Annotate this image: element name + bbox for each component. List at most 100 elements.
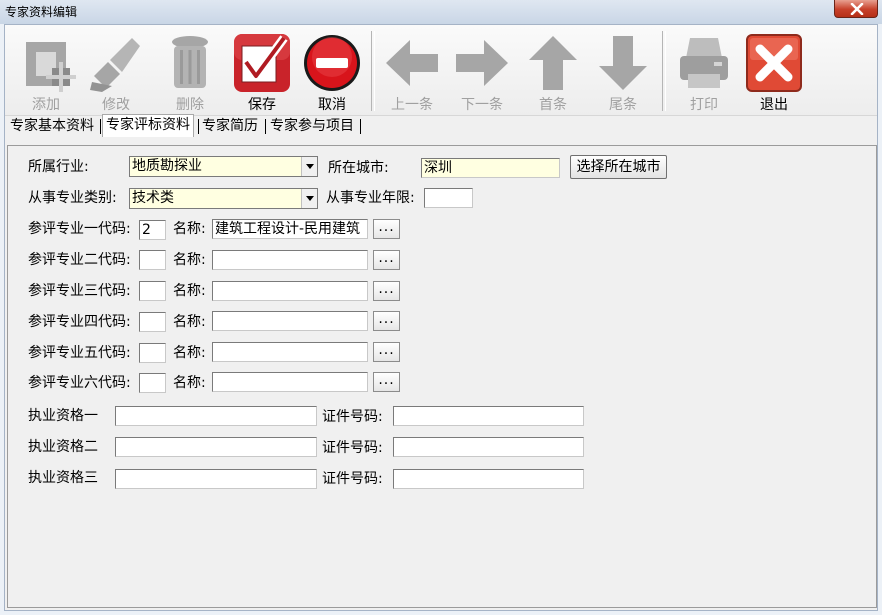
exit-button[interactable]: 退出: [739, 25, 809, 115]
category-select[interactable]: 技术类: [129, 188, 318, 209]
add-label: 添加: [32, 97, 60, 113]
qualification-1-cert-field[interactable]: [393, 406, 584, 426]
exit-x-icon: [746, 34, 802, 92]
title-bar: 专家资料编辑: [0, 0, 882, 24]
delete-button[interactable]: 删除: [155, 25, 225, 115]
save-button[interactable]: 保存: [227, 25, 297, 115]
evaluation-form-panel: [7, 145, 877, 608]
industry-label: 所属行业:: [28, 159, 89, 175]
specialty-1-label: 参评专业一代码:: [28, 221, 131, 237]
specialty-4-code[interactable]: [139, 312, 166, 332]
city-label: 所在城市:: [328, 160, 389, 176]
specialty-1-browse-button[interactable]: ...: [373, 219, 400, 239]
first-record-button[interactable]: 首条: [518, 25, 588, 115]
tab-projects[interactable]: 专家参与项目: [267, 116, 357, 136]
specialty-1-name-label: 名称:: [173, 221, 206, 237]
no-entry-icon: [304, 35, 360, 91]
print-label: 打印: [690, 97, 718, 113]
last-record-button[interactable]: 尾条: [588, 25, 658, 115]
specialty-5-name[interactable]: [212, 342, 368, 362]
qualification-1-cert-label: 证件号码:: [322, 409, 383, 425]
specialty-2-name[interactable]: [212, 250, 368, 270]
specialty-5-name-label: 名称:: [173, 345, 206, 361]
arrow-left-icon: [386, 40, 438, 86]
city-field[interactable]: 深圳: [421, 158, 560, 178]
specialty-5-code[interactable]: [139, 343, 166, 363]
specialty-3-name[interactable]: [212, 281, 368, 301]
specialty-6-name[interactable]: [212, 372, 368, 392]
prev-record-label: 上一条: [391, 97, 433, 113]
toolbar-separator: [662, 31, 666, 111]
cancel-label: 取消: [318, 97, 346, 113]
specialty-1-name[interactable]: 建筑工程设计-民用建筑: [212, 219, 368, 239]
toolbar-separator: [371, 31, 375, 111]
specialty-3-label: 参评专业三代码:: [28, 283, 131, 299]
category-label: 从事专业类别:: [28, 190, 117, 206]
tab-evaluation-info[interactable]: 专家评标资料: [102, 114, 194, 137]
edit-button[interactable]: 修改: [81, 25, 151, 115]
prev-record-button[interactable]: 上一条: [377, 25, 447, 115]
specialty-2-code[interactable]: [139, 250, 166, 270]
next-record-label: 下一条: [461, 97, 503, 113]
printer-icon: [680, 38, 728, 88]
cancel-button[interactable]: 取消: [297, 25, 367, 115]
select-city-button[interactable]: 选择所在城市: [570, 155, 667, 179]
chevron-down-icon[interactable]: [301, 189, 317, 208]
industry-value: 地质勘探业: [132, 158, 202, 174]
close-icon: [850, 3, 864, 15]
save-label: 保存: [248, 97, 276, 113]
qualification-3-field[interactable]: [115, 469, 317, 489]
first-record-label: 首条: [539, 97, 567, 113]
tab-separator: [360, 119, 361, 134]
checkmark-icon: [234, 34, 290, 92]
specialty-2-label: 参评专业二代码:: [28, 252, 131, 268]
qualification-1-field[interactable]: [115, 406, 317, 426]
specialty-3-browse-button[interactable]: ...: [373, 281, 400, 301]
qualification-2-field[interactable]: [115, 437, 317, 457]
industry-select[interactable]: 地质勘探业: [129, 156, 318, 177]
toolbar: 添加 修改 删除 保存 取消 上一条 下一条 首条 尾条 打印 退出: [5, 25, 877, 116]
qualification-3-cert-field[interactable]: [393, 469, 584, 489]
specialty-5-label: 参评专业五代码:: [28, 345, 131, 361]
next-record-button[interactable]: 下一条: [447, 25, 517, 115]
qualification-3-label: 执业资格三: [28, 470, 98, 486]
chevron-down-icon[interactable]: [301, 157, 317, 176]
specialty-4-name[interactable]: [212, 311, 368, 331]
specialty-3-code[interactable]: [139, 281, 166, 301]
print-button[interactable]: 打印: [669, 25, 739, 115]
category-value: 技术类: [132, 190, 174, 206]
exit-label: 退出: [760, 97, 788, 113]
add-button[interactable]: 添加: [11, 25, 81, 115]
tab-resume[interactable]: 专家简历: [199, 116, 261, 136]
specialty-6-name-label: 名称:: [173, 375, 206, 391]
specialty-2-browse-button[interactable]: ...: [373, 250, 400, 270]
arrow-up-icon: [529, 36, 577, 90]
tab-strip: 专家基本资料 专家评标资料 专家简历 专家参与项目: [5, 114, 877, 137]
qualification-1-label: 执业资格一: [28, 408, 98, 424]
specialty-6-label: 参评专业六代码:: [28, 375, 131, 391]
window-close-button[interactable]: [834, 0, 878, 18]
specialty-1-code[interactable]: 2: [139, 220, 166, 240]
edit-brush-icon: [90, 38, 140, 92]
edit-label: 修改: [102, 97, 130, 113]
window-title: 专家资料编辑: [5, 5, 78, 19]
years-field[interactable]: [424, 188, 473, 208]
add-icon: [26, 42, 76, 92]
specialty-4-label: 参评专业四代码:: [28, 314, 131, 330]
specialty-6-browse-button[interactable]: ...: [373, 372, 400, 392]
years-label: 从事专业年限:: [326, 190, 415, 206]
qualification-2-label: 执业资格二: [28, 439, 98, 455]
specialty-5-browse-button[interactable]: ...: [373, 342, 400, 362]
trash-can-icon: [172, 36, 208, 88]
tab-separator: [100, 119, 101, 134]
qualification-2-cert-field[interactable]: [393, 437, 584, 457]
specialty-2-name-label: 名称:: [173, 252, 206, 268]
qualification-3-cert-label: 证件号码:: [322, 471, 383, 487]
qualification-2-cert-label: 证件号码:: [322, 440, 383, 456]
arrow-right-icon: [456, 40, 508, 86]
specialty-6-code[interactable]: [139, 373, 166, 393]
tab-basic-info[interactable]: 专家基本资料: [7, 116, 97, 136]
specialty-4-browse-button[interactable]: ...: [373, 311, 400, 331]
tab-separator: [265, 119, 266, 134]
specialty-4-name-label: 名称:: [173, 314, 206, 330]
